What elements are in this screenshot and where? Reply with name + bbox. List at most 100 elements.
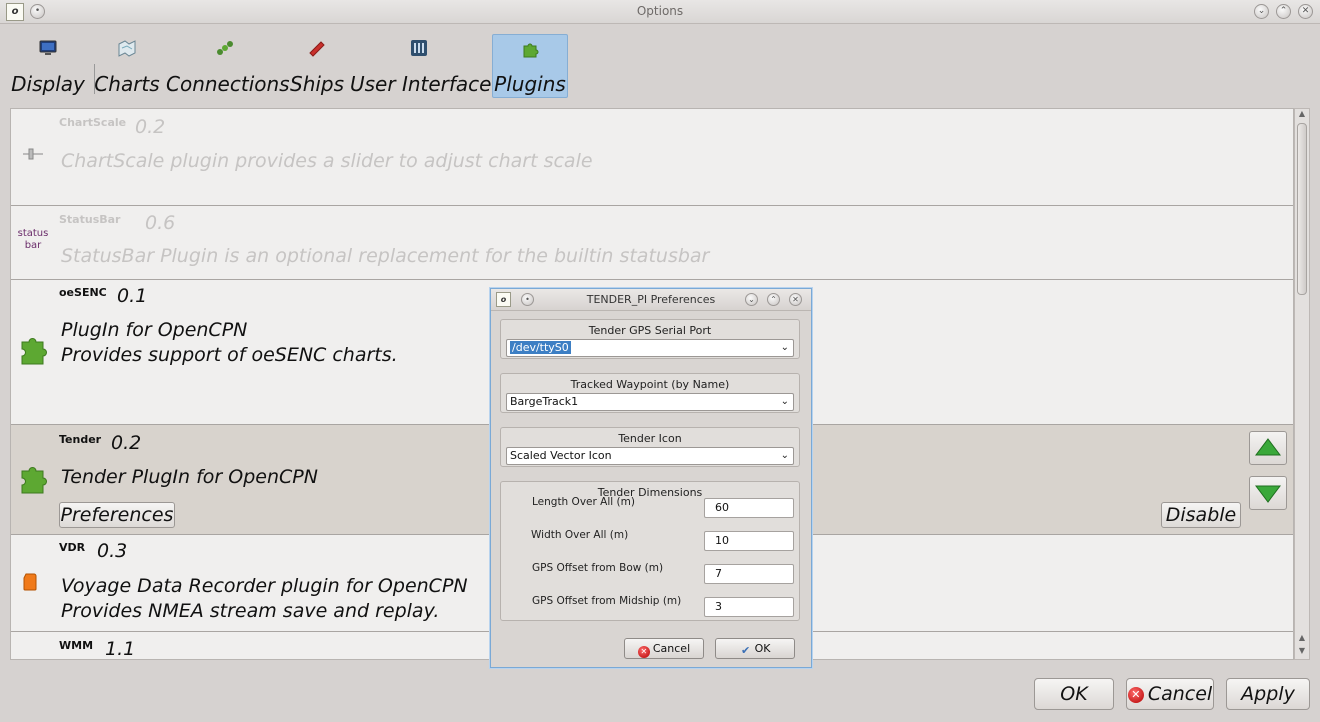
plugin-icon-statusbar: status bar xyxy=(17,228,49,251)
plugin-name: StatusBar xyxy=(59,213,121,226)
dialog-minimize-button[interactable]: ⌄ xyxy=(745,293,758,306)
gps-offset-bow-input[interactable]: 7 xyxy=(704,564,794,584)
gps-offset-midship-label: GPS Offset from Midship (m) xyxy=(532,595,682,607)
chart-map-icon xyxy=(118,40,136,57)
plugin-version: 0.6 xyxy=(145,212,176,234)
tab-user-interface[interactable]: User Interface xyxy=(350,34,492,98)
minimize-button[interactable]: ⌄ xyxy=(1254,4,1269,19)
window-title: Options xyxy=(636,4,684,18)
sliders-icon xyxy=(411,40,427,56)
tab-connections[interactable]: Connections xyxy=(166,34,290,98)
serial-port-group: Tender GPS Serial Port /dev/ttyS0 ⌄ xyxy=(500,319,800,359)
move-down-button[interactable] xyxy=(1249,476,1287,510)
cancel-button[interactable]: ✕ Cancel xyxy=(1126,678,1214,710)
plugin-list-scrollbar[interactable]: ▲ ▲ ▼ xyxy=(1294,108,1310,660)
tab-connections-label: Connections xyxy=(166,72,290,96)
tender-icon-value: Scaled Vector Icon xyxy=(510,449,612,462)
gps-offset-midship-input[interactable]: 3 xyxy=(704,597,794,617)
tender-icon-select[interactable]: Scaled Vector Icon ⌄ xyxy=(506,447,794,465)
chevron-down-icon: ⌄ xyxy=(780,396,789,407)
width-over-all-input[interactable]: 10 xyxy=(704,531,794,551)
serial-port-label: Tender GPS Serial Port xyxy=(588,324,712,337)
waypoint-group: Tracked Waypoint (by Name) BargeTrack1 ⌄ xyxy=(500,373,800,413)
plugin-version: 0.2 xyxy=(111,432,142,454)
tab-plugins[interactable]: Plugins xyxy=(492,34,568,98)
ok-button[interactable]: OK xyxy=(1034,678,1114,710)
tab-charts-label: Charts xyxy=(94,72,160,96)
tender-dimensions-group: Tender Dimensions Length Over All (m) 60… xyxy=(500,481,800,621)
recorder-icon xyxy=(23,573,37,591)
plugin-version: 0.1 xyxy=(117,285,148,307)
waypoint-select[interactable]: BargeTrack1 ⌄ xyxy=(506,393,794,411)
plugin-description: Voyage Data Recorder plugin for OpenCPN … xyxy=(61,575,468,622)
dialog-ok-button[interactable]: ✔ OK xyxy=(715,638,795,659)
window-title-bar: o • Options ⌄ ⌃ ✕ xyxy=(0,0,1320,24)
dialog-cancel-button[interactable]: ✕ Cancel xyxy=(624,638,704,659)
gps-offset-bow-label: GPS Offset from Bow (m) xyxy=(532,562,664,574)
dialog-ok-label: OK xyxy=(754,642,771,655)
chevron-down-icon: ⌄ xyxy=(780,342,789,353)
plugin-row-chartscale[interactable]: ChartScale 0.2 ChartScale plugin provide… xyxy=(11,109,1293,206)
disable-button[interactable]: Disable xyxy=(1161,502,1241,528)
puzzle-icon xyxy=(21,338,47,365)
tab-plugins-label: Plugins xyxy=(494,72,566,96)
maximize-button[interactable]: ⌃ xyxy=(1276,4,1291,19)
slider-plugin-icon xyxy=(23,148,43,160)
dialog-close-button[interactable]: ✕ xyxy=(789,293,802,306)
plugin-name: oeSENC xyxy=(59,286,107,299)
tab-ships[interactable]: Ships xyxy=(290,34,344,98)
tender-preferences-dialog[interactable]: o • TENDER_PI Preferences ⌄ ⌃ ✕ Tender G… xyxy=(490,288,812,668)
dialog-title-bar: o • TENDER_PI Preferences ⌄ ⌃ ✕ xyxy=(491,289,811,311)
dialog-title: TENDER_PI Preferences xyxy=(586,293,716,306)
plugin-version: 1.1 xyxy=(105,638,136,660)
plugin-name: WMM xyxy=(59,639,94,652)
plugin-name: Tender xyxy=(59,433,102,446)
chevron-down-icon: ⌄ xyxy=(780,450,789,461)
scroll-up-icon[interactable]: ▲ xyxy=(1295,109,1309,118)
tab-charts[interactable]: Charts xyxy=(94,34,160,98)
ship-icon xyxy=(309,41,325,57)
plugin-name: VDR xyxy=(59,541,86,554)
plugin-row-statusbar[interactable]: status bar StatusBar 0.6 StatusBar Plugi… xyxy=(11,206,1293,280)
move-up-button[interactable] xyxy=(1249,431,1287,465)
plugin-name: ChartScale xyxy=(59,116,127,129)
tab-display[interactable]: Display xyxy=(10,34,86,98)
serial-port-select[interactable]: /dev/ttyS0 ⌄ xyxy=(506,339,794,357)
cancel-icon: ✕ xyxy=(1127,686,1144,703)
width-over-all-label: Width Over All (m) xyxy=(531,529,629,541)
length-over-all-input[interactable]: 60 xyxy=(704,498,794,518)
monitor-icon xyxy=(39,40,57,55)
preferences-button[interactable]: Preferences xyxy=(59,502,175,528)
scroll-up-icon[interactable]: ▲ xyxy=(1295,633,1309,642)
connections-icon xyxy=(217,41,233,55)
tab-user-interface-label: User Interface xyxy=(350,72,492,96)
plugin-version: 0.2 xyxy=(135,116,166,138)
plugin-description: ChartScale plugin provides a slider to a… xyxy=(61,150,593,172)
plugin-description: StatusBar Plugin is an optional replacem… xyxy=(61,245,710,267)
puzzle-icon xyxy=(523,43,539,58)
scrollbar-thumb[interactable] xyxy=(1297,123,1307,295)
dialog-maximize-button[interactable]: ⌃ xyxy=(767,293,780,306)
plugin-version: 0.3 xyxy=(97,540,128,562)
arrow-down-icon xyxy=(1255,485,1281,503)
arrow-up-icon xyxy=(1255,438,1281,456)
close-button[interactable]: ✕ xyxy=(1298,4,1313,19)
tender-icon-group: Tender Icon Scaled Vector Icon ⌄ xyxy=(500,427,800,467)
plugin-description: PlugIn for OpenCPN Provides support of o… xyxy=(61,319,398,366)
waypoint-value: BargeTrack1 xyxy=(510,395,579,408)
puzzle-icon xyxy=(21,467,47,494)
tender-icon-label: Tender Icon xyxy=(618,432,682,445)
length-over-all-label: Length Over All (m) xyxy=(532,496,635,508)
options-tabbar: Display Charts Connections Ships User In… xyxy=(10,28,1310,100)
apply-button[interactable]: Apply xyxy=(1226,678,1310,710)
serial-port-value: /dev/ttyS0 xyxy=(510,341,571,354)
tab-display-label: Display xyxy=(11,72,85,96)
cancel-icon: ✕ xyxy=(637,646,650,658)
cancel-label: Cancel xyxy=(1147,683,1213,705)
plugin-description: Tender PlugIn for OpenCPN xyxy=(61,466,318,488)
waypoint-label: Tracked Waypoint (by Name) xyxy=(570,378,730,391)
dialog-cancel-label: Cancel xyxy=(652,642,691,655)
scroll-down-icon[interactable]: ▼ xyxy=(1295,646,1309,655)
checkmark-icon: ✔ xyxy=(740,644,751,657)
tab-ships-label: Ships xyxy=(290,72,345,96)
